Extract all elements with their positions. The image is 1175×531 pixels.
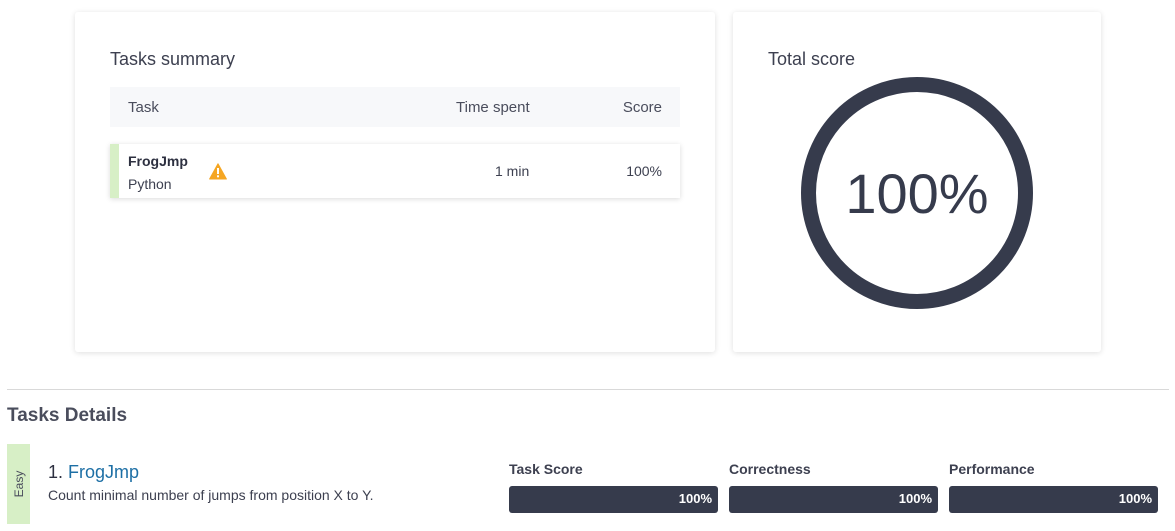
row-status-stripe xyxy=(110,144,119,198)
total-score-title: Total score xyxy=(768,49,856,69)
correctness-value: 100% xyxy=(898,491,932,506)
correctness-bar: 100% xyxy=(729,486,938,513)
section-divider xyxy=(7,389,1169,390)
summary-task-row[interactable]: FrogJmp Python 1 min 100% xyxy=(110,144,680,198)
score-ring: 100% xyxy=(801,77,1033,309)
correctness-label: Correctness xyxy=(729,461,811,477)
task-score-label: Task Score xyxy=(509,461,583,477)
warning-icon xyxy=(209,163,227,180)
task-score: 100% xyxy=(626,163,662,179)
task-score-value: 100% xyxy=(678,491,712,506)
tasks-summary-title: Tasks summary xyxy=(110,49,236,69)
task-language: Python xyxy=(128,176,172,192)
column-header-task: Task xyxy=(128,99,159,116)
column-header-time: Time spent xyxy=(456,99,530,116)
performance-label: Performance xyxy=(949,461,1035,477)
difficulty-badge: Easy xyxy=(7,444,30,524)
task-name: FrogJmp xyxy=(128,153,188,169)
performance-value: 100% xyxy=(1118,491,1152,506)
task-detail-title: 1. FrogJmp xyxy=(48,462,139,483)
performance-bar: 100% xyxy=(949,486,1158,513)
task-score-bar: 100% xyxy=(509,486,718,513)
total-score-card: Total score 100% xyxy=(733,12,1101,352)
summary-table-header: Task Time spent Score xyxy=(110,87,680,127)
task-detail-link[interactable]: FrogJmp xyxy=(68,462,139,482)
task-time-spent: 1 min xyxy=(495,163,530,179)
difficulty-label: Easy xyxy=(11,470,26,498)
tasks-details-title: Tasks Details xyxy=(7,405,128,426)
tasks-summary-card: Tasks summary Task Time spent Score Frog… xyxy=(75,12,715,352)
task-number: 1. xyxy=(48,462,64,482)
column-header-score: Score xyxy=(622,99,662,116)
task-description: Count minimal number of jumps from posit… xyxy=(48,487,374,503)
total-score-value: 100% xyxy=(845,162,988,225)
